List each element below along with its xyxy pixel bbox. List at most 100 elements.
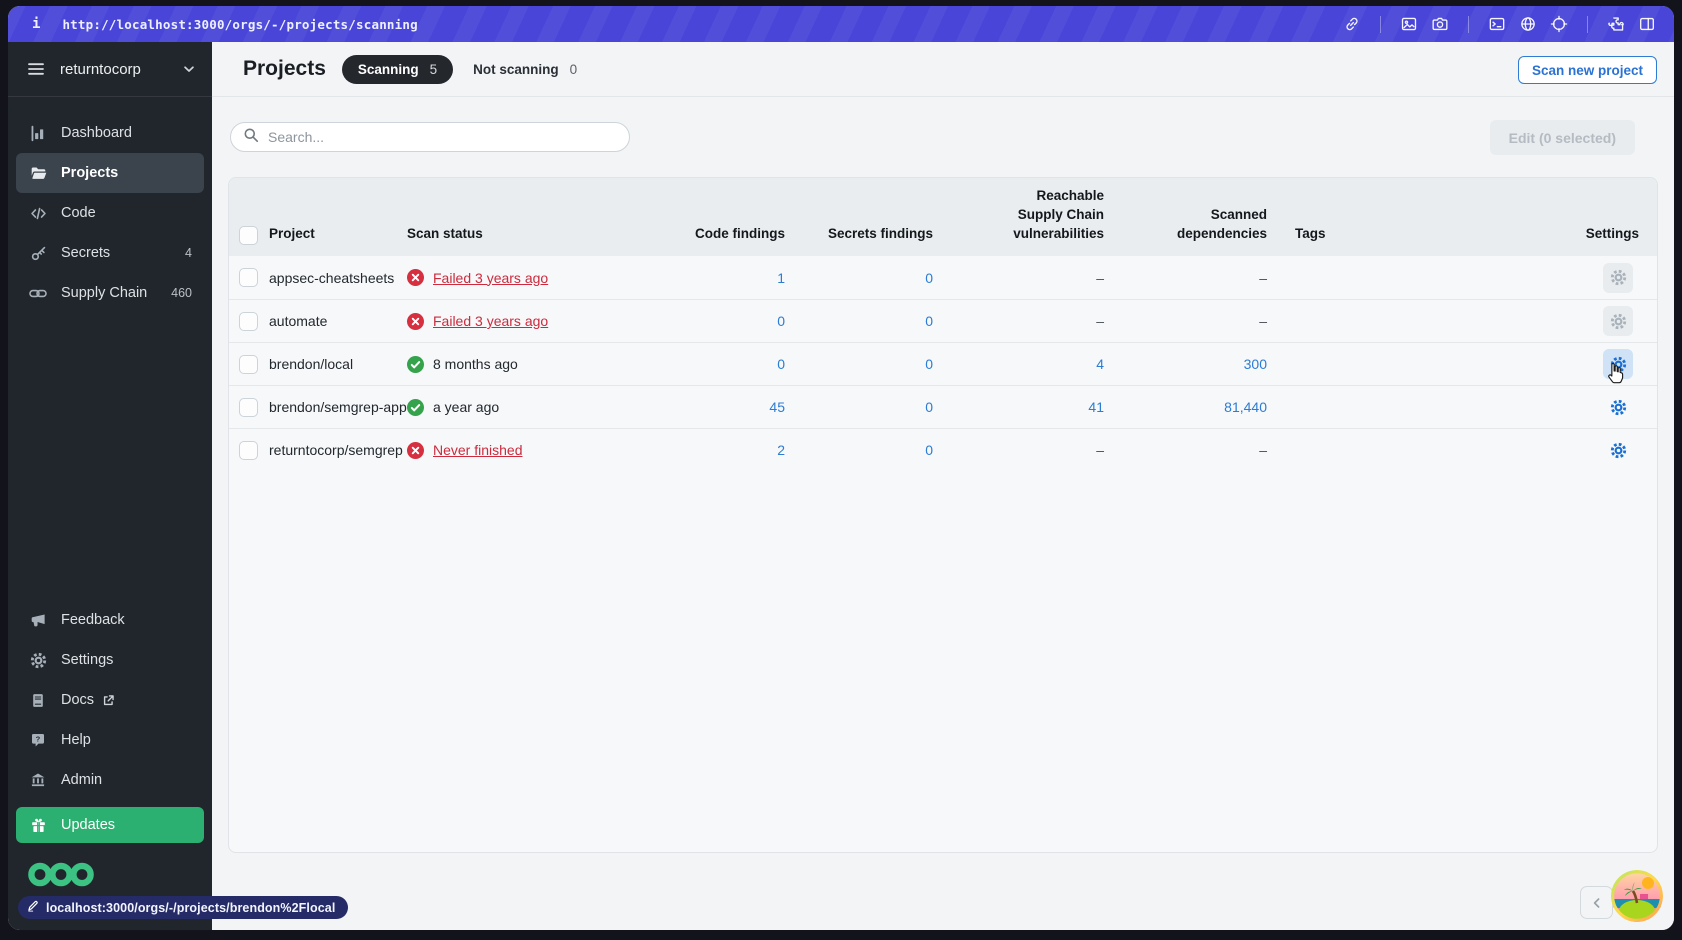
sidebar-item-label: Updates <box>61 817 116 833</box>
sidebar-item-updates[interactable]: Updates <box>16 807 204 843</box>
sidebar-item-code[interactable]: Code <box>16 193 204 233</box>
split-view-icon[interactable] <box>1638 15 1656 33</box>
code-icon <box>28 205 48 222</box>
menu-icon[interactable] <box>26 59 46 79</box>
success-check-icon <box>407 355 424 373</box>
code-findings-count[interactable]: 2 <box>605 442 785 458</box>
sidebar-item-label: Docs <box>61 692 95 708</box>
project-settings-gear-button[interactable] <box>1603 262 1633 293</box>
info-icon: i <box>32 16 41 32</box>
column-header-code-findings: Code findings <box>695 226 785 241</box>
svg-text:?: ? <box>36 734 41 743</box>
semgrep-logo[interactable] <box>28 860 212 894</box>
project-name[interactable]: appsec-cheatsheets <box>269 270 407 286</box>
sidebar-item-label: Help <box>61 732 91 748</box>
code-findings-count[interactable]: 1 <box>605 270 785 286</box>
project-name[interactable]: brendon/local <box>269 356 407 372</box>
tab-not-scanning-count: 0 <box>569 61 578 77</box>
project-settings-gear-button[interactable] <box>1603 435 1633 465</box>
table-row: returntocorp/semgrep Never finished 2 0 – – <box>229 428 1657 471</box>
browser-window: i http://localhost:3000/orgs/-/projects/… <box>8 6 1674 930</box>
sidebar-item-help[interactable]: ? Help <box>16 720 204 760</box>
reachable-vulnerabilities-count[interactable]: 41 <box>933 399 1104 415</box>
secrets-findings-count[interactable]: 0 <box>785 313 933 329</box>
table-row: appsec-cheatsheets Failed 3 years ago 1 0 – – <box>229 256 1657 299</box>
project-settings-gear-button[interactable] <box>1603 392 1633 422</box>
sidebar-item-badge: 460 <box>171 286 192 300</box>
row-checkbox[interactable] <box>239 268 258 287</box>
reachable-vulnerabilities-count: – <box>1096 313 1104 329</box>
table-row: brendon/local 8 months ago 0 0 4 300 <box>229 342 1657 385</box>
sidebar-item-admin[interactable]: Admin <box>16 760 204 800</box>
sidebar-item-settings[interactable]: Settings <box>16 640 204 680</box>
edit-selected-button[interactable]: Edit (0 selected) <box>1489 120 1635 155</box>
column-header-settings: Settings <box>1585 226 1639 241</box>
pagination-prev-button[interactable] <box>1580 886 1613 919</box>
select-all-checkbox[interactable] <box>239 226 258 245</box>
bank-icon <box>28 772 48 788</box>
code-findings-count[interactable]: 0 <box>605 313 785 329</box>
scan-status: Failed 3 years ago <box>407 312 605 330</box>
code-findings-count[interactable]: 45 <box>605 399 785 415</box>
pencil-icon <box>27 899 39 917</box>
secrets-findings-count[interactable]: 0 <box>785 270 933 286</box>
chevron-down-icon[interactable] <box>182 62 196 76</box>
secrets-findings-count[interactable]: 0 <box>785 442 933 458</box>
row-checkbox[interactable] <box>239 397 258 417</box>
scanned-dependencies-count: – <box>1259 269 1267 286</box>
code-findings-count[interactable]: 0 <box>605 356 785 372</box>
org-switcher[interactable]: returntocorp <box>8 42 212 97</box>
sidebar-item-projects[interactable]: Projects <box>16 153 204 193</box>
search-box <box>230 122 630 152</box>
scanned-dependencies-count: – <box>1259 313 1267 329</box>
toolbar-divider <box>1587 15 1588 33</box>
crosshair-icon[interactable] <box>1550 15 1568 33</box>
row-checkbox[interactable] <box>239 311 258 331</box>
reachable-vulnerabilities-count[interactable]: 4 <box>933 356 1104 372</box>
project-name[interactable]: returntocorp/semgrep <box>269 442 407 458</box>
gear-icon <box>28 652 48 669</box>
island-avatar[interactable] <box>1611 870 1663 922</box>
scan-status: Failed 3 years ago <box>407 269 605 286</box>
row-checkbox[interactable] <box>239 354 258 374</box>
project-name[interactable]: automate <box>269 313 407 329</box>
project-settings-gear-button[interactable] <box>1603 349 1633 379</box>
sidebar-item-dashboard[interactable]: Dashboard <box>16 113 204 153</box>
sidebar-item-secrets[interactable]: Secrets 4 <box>16 233 204 273</box>
project-settings-gear-button[interactable] <box>1603 306 1633 336</box>
scanned-dependencies-count: – <box>1259 442 1267 458</box>
key-icon <box>28 245 48 262</box>
table-row: brendon/semgrep-app a year ago 45 0 41 81,440 <box>229 385 1657 428</box>
tab-scanning[interactable]: Scanning 5 <box>341 54 454 84</box>
link-icon[interactable] <box>1343 15 1361 33</box>
search-input[interactable] <box>268 129 617 145</box>
scanned-dependencies-count[interactable]: 81,440 <box>1104 399 1267 415</box>
sidebar-item-label: Feedback <box>61 612 125 628</box>
scan-status-text[interactable]: Never finished <box>433 442 523 458</box>
toolbar-divider <box>1468 15 1469 33</box>
megaphone-icon <box>28 612 48 629</box>
screenshot-icon[interactable] <box>1400 15 1418 33</box>
tab-scanning-count: 5 <box>429 61 438 77</box>
scanned-dependencies-count[interactable]: 300 <box>1104 356 1267 372</box>
secrets-findings-count[interactable]: 0 <box>785 356 933 372</box>
secrets-findings-count[interactable]: 0 <box>785 399 933 415</box>
scan-status-text[interactable]: Failed 3 years ago <box>433 270 548 286</box>
scan-status-text[interactable]: Failed 3 years ago <box>433 313 548 329</box>
address-url[interactable]: http://localhost:3000/orgs/-/projects/sc… <box>62 17 417 32</box>
column-header-reachable-vulnerabilities: Reachable Supply Chain vulnerabilities <box>1013 188 1104 241</box>
sidebar-item-docs[interactable]: Docs <box>16 680 204 720</box>
row-checkbox[interactable] <box>239 440 258 460</box>
camera-icon[interactable] <box>1431 15 1449 33</box>
tab-not-scanning[interactable]: Not scanning 0 <box>473 62 577 77</box>
globe-icon[interactable] <box>1519 15 1537 33</box>
terminal-icon[interactable] <box>1488 15 1506 33</box>
sidebar-item-supply-chain[interactable]: Supply Chain 460 <box>16 273 204 313</box>
scan-new-project-button[interactable]: Scan new project <box>1517 56 1657 84</box>
sidebar: returntocorp Dashboard Projects Code Secret… <box>8 42 212 930</box>
chain-icon <box>28 287 48 300</box>
extensions-icon[interactable] <box>1607 15 1625 33</box>
sidebar-item-feedback[interactable]: Feedback <box>16 600 204 640</box>
project-name[interactable]: brendon/semgrep-app <box>269 399 407 415</box>
page-header: Projects Scanning 5 Not scanning 0 <box>212 42 1674 97</box>
